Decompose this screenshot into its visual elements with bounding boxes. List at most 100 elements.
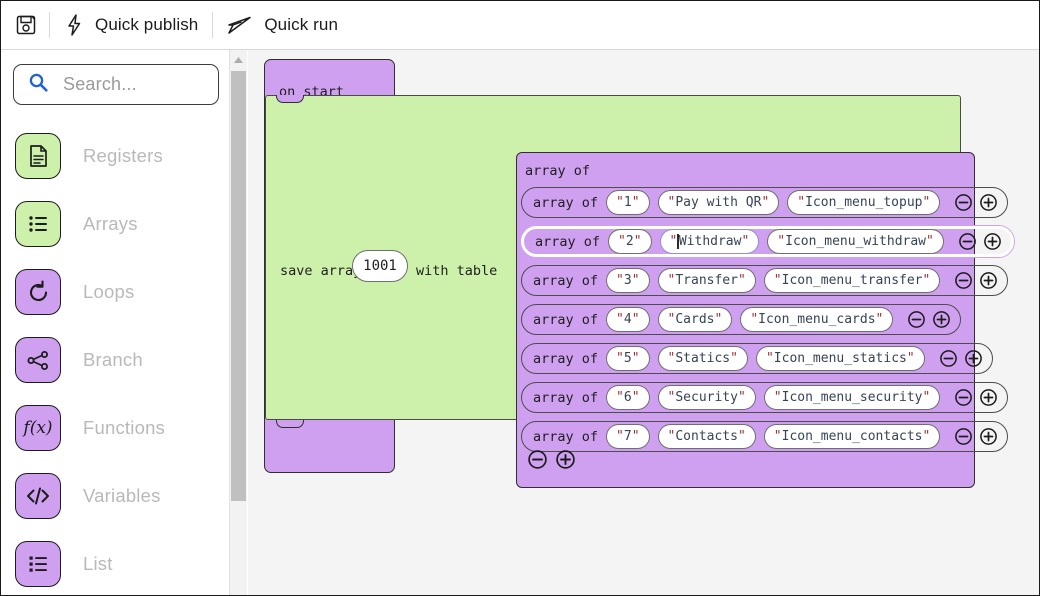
array-row-index-input[interactable]: " 1 ": [606, 190, 650, 215]
sidebar-scrollbar[interactable]: [230, 50, 247, 595]
array-row-label: array of: [533, 272, 599, 289]
array-row-icon-input[interactable]: " Icon_menu_security ": [763, 385, 941, 410]
array-of-block[interactable]: array of array of " 1 " " Pay with QR " " Icon_m…: [516, 152, 1014, 488]
plus-circle-icon[interactable]: [979, 427, 998, 446]
sidebar-item-list[interactable]: List: [1, 530, 229, 595]
sidebar-item-loops[interactable]: Loops: [1, 258, 229, 326]
sidebar-item-arrays[interactable]: Arrays: [1, 190, 229, 258]
sidebar-item-label: Loops: [83, 281, 135, 302]
function-icon: f(x): [15, 405, 61, 451]
array-row[interactable]: array of " 4 " " Cards " " Icon_menu_cards ": [521, 304, 962, 335]
array-row-index-input[interactable]: " 6 ": [606, 385, 650, 410]
plus-circle-icon[interactable]: [979, 271, 998, 290]
array-row[interactable]: array of " 1 " " Pay with QR " " Icon_menu_topup…: [521, 187, 1009, 218]
quick-run-label: Quick run: [264, 15, 339, 34]
array-of-title: array of: [525, 163, 591, 179]
minus-circle-icon[interactable]: [954, 271, 973, 290]
minus-circle-icon[interactable]: [954, 427, 973, 446]
quick-publish-label: Quick publish: [95, 15, 199, 34]
save-array-suffix: with table: [416, 263, 498, 279]
minus-circle-icon[interactable]: [954, 388, 973, 407]
array-id-input[interactable]: 1001: [352, 250, 408, 282]
on-start-notch-bottom: [276, 420, 304, 428]
array-row-icon-input[interactable]: " Icon_menu_statics ": [755, 346, 925, 371]
array-row-icon-input[interactable]: " Icon_menu_withdraw ": [767, 229, 944, 254]
minus-circle-icon[interactable]: [939, 349, 958, 368]
array-row-index-input[interactable]: " 2 ": [608, 229, 652, 254]
save-disk-icon: [15, 14, 37, 36]
array-row-icon-input[interactable]: " Icon_menu_transfer ": [763, 268, 941, 293]
array-row-index-input[interactable]: " 7 ": [606, 424, 650, 449]
array-row-index-input[interactable]: " 4 ": [606, 307, 650, 332]
lightning-bolt-icon: [64, 13, 84, 37]
array-row-name-input[interactable]: " Transfer ": [657, 268, 756, 293]
array-row-name-input[interactable]: " Contacts ": [657, 424, 756, 449]
array-row[interactable]: array of " 3 " " Transfer " " Icon_menu_transfer…: [521, 265, 1009, 296]
array-row-buttons: [954, 193, 998, 212]
plus-circle-icon[interactable]: [979, 193, 998, 212]
sidebar-item-label: List: [83, 553, 113, 574]
minus-circle-icon[interactable]: [958, 232, 977, 251]
save-array-block[interactable]: save array 1001 with table array of arra…: [265, 95, 1014, 488]
scrollbar-thumb[interactable]: [231, 71, 246, 501]
array-row-label: array of: [535, 233, 601, 250]
array-rows: array of " 1 " " Pay with QR " " Icon_menu_topup…: [521, 187, 1014, 460]
array-row[interactable]: array of " 6 " " Security " " Icon_menu_security…: [521, 382, 1009, 413]
minus-circle-icon[interactable]: [954, 193, 973, 212]
plus-circle-icon[interactable]: [983, 232, 1002, 251]
block-palette: Registers Arrays Loops Branch f(x) Funct…: [1, 122, 229, 595]
array-row-buttons: [954, 427, 998, 446]
array-row-index-input[interactable]: " 3 ": [606, 268, 650, 293]
save-array-prefix: save array: [280, 263, 362, 279]
array-row[interactable]: array of " 2 " " Withdraw " " Icon_menu_withdraw…: [521, 226, 1014, 257]
array-row-buttons: [958, 232, 1002, 251]
plus-circle-icon[interactable]: [964, 349, 983, 368]
search-icon: [28, 72, 49, 98]
list-icon: [15, 541, 61, 587]
array-row-buttons: [954, 388, 998, 407]
array-row[interactable]: array of " 5 " " Statics " " Icon_menu_statics ": [521, 343, 993, 374]
array-row-icon-input[interactable]: " Icon_menu_contacts ": [763, 424, 941, 449]
quick-publish-button[interactable]: Quick publish: [50, 1, 212, 50]
minus-circle-icon[interactable]: [527, 449, 548, 470]
paper-plane-icon: [227, 15, 253, 35]
plus-circle-icon[interactable]: [979, 388, 998, 407]
sidebar-item-variables[interactable]: Variables: [1, 462, 229, 530]
plus-circle-icon[interactable]: [555, 449, 576, 470]
array-footer-buttons: [527, 449, 576, 470]
minus-circle-icon[interactable]: [907, 310, 926, 329]
array-row-name-input[interactable]: " Security ": [657, 385, 756, 410]
array-row-buttons: [907, 310, 951, 329]
sidebar-item-functions[interactable]: f(x) Functions: [1, 394, 229, 462]
sidebar: Search... Registers Arrays Loops Branch …: [1, 50, 230, 595]
array-row-name-input[interactable]: " Pay with QR ": [657, 190, 780, 215]
toolbar: Quick publish Quick run: [1, 1, 1039, 50]
array-row-name-input[interactable]: " Statics ": [657, 346, 748, 371]
block-canvas[interactable]: on start save array 1001 with table arra…: [248, 50, 1039, 595]
array-row-index-input[interactable]: " 5 ": [606, 346, 650, 371]
array-row-icon-input[interactable]: " Icon_menu_cards ": [740, 307, 894, 332]
array-row-name-input[interactable]: " Cards ": [657, 307, 733, 332]
plus-circle-icon[interactable]: [932, 310, 951, 329]
array-row-name-input[interactable]: " Withdraw ": [659, 229, 760, 254]
array-row-label: array of: [533, 350, 599, 367]
array-row-icon-input[interactable]: " Icon_menu_topup ": [787, 190, 941, 215]
code-icon: [15, 473, 61, 519]
array-row-buttons: [939, 349, 983, 368]
array-row-label: array of: [533, 389, 599, 406]
loop-icon: [15, 269, 61, 315]
array-row-label: array of: [533, 194, 599, 211]
sidebar-item-branch[interactable]: Branch: [1, 326, 229, 394]
quick-run-button[interactable]: Quick run: [213, 1, 352, 50]
sidebar-item-label: Variables: [83, 485, 161, 506]
chevron-up-icon[interactable]: [230, 53, 247, 67]
app-window: Quick publish Quick run Search... Regist…: [0, 0, 1040, 596]
array-row-buttons: [954, 271, 998, 290]
array-row[interactable]: array of " 7 " " Contacts " " Icon_menu_contacts…: [521, 421, 1009, 452]
save-button[interactable]: [1, 1, 49, 50]
array-row-label: array of: [533, 311, 599, 328]
on-start-notch-top: [276, 94, 304, 103]
sidebar-item-registers[interactable]: Registers: [1, 122, 229, 190]
sidebar-item-label: Branch: [83, 349, 143, 370]
search-input[interactable]: Search...: [13, 64, 219, 105]
